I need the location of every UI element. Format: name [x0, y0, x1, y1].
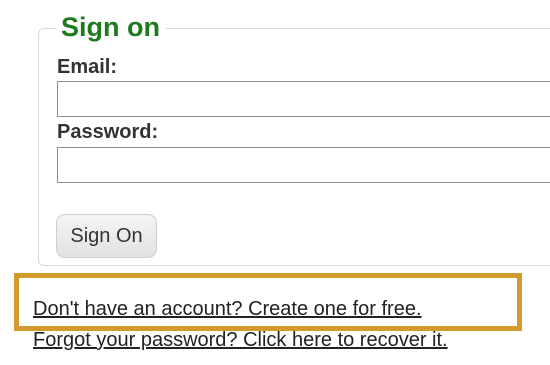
email-field[interactable]	[57, 81, 550, 117]
password-field[interactable]	[57, 147, 550, 183]
email-label: Email:	[57, 56, 118, 78]
password-label: Password:	[57, 121, 159, 143]
signon-page: Sign on Email: Password: Sign On Forgot …	[0, 0, 550, 365]
signon-legend: Sign on	[57, 11, 166, 43]
recover-password-link[interactable]: Forgot your password? Click here to reco…	[33, 328, 448, 352]
create-account-link[interactable]: Don't have an account? Create one for fr…	[33, 297, 422, 321]
sign-on-button[interactable]: Sign On	[56, 214, 157, 258]
